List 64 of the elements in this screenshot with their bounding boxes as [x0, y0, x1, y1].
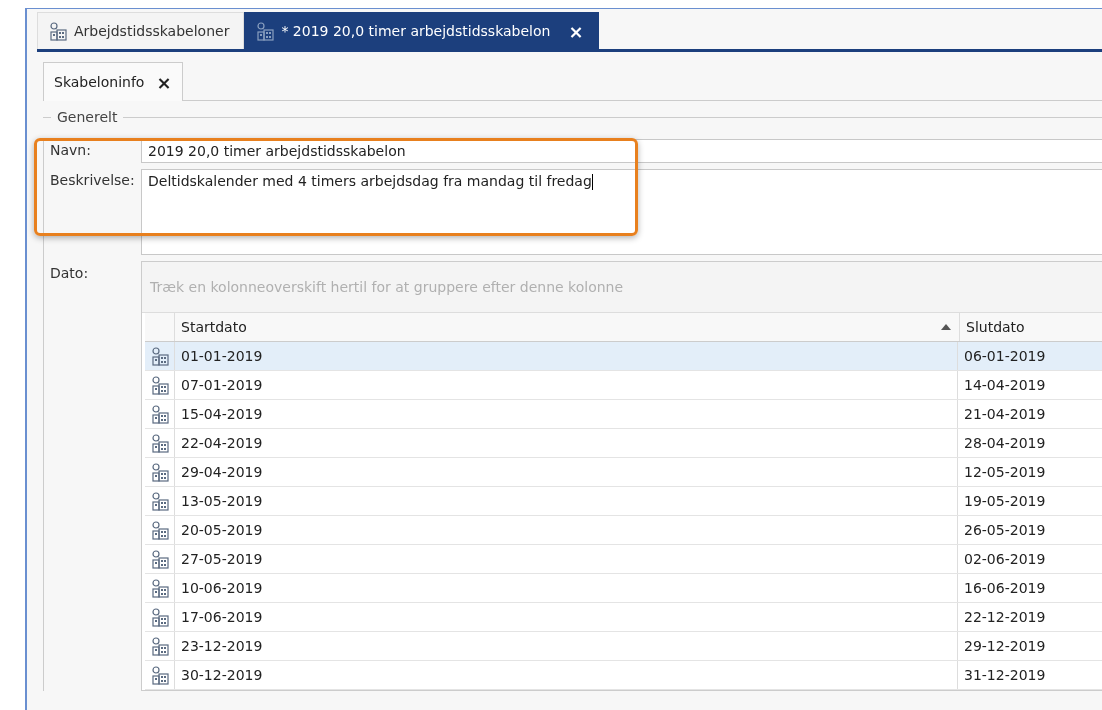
group-title: Generelt: [57, 109, 118, 125]
table-cell-text: 26-05-2019: [963, 521, 1047, 540]
table-row[interactable]: 07-01-2019 14-04-2019: [145, 371, 1102, 400]
table-cell-text: 02-06-2019: [963, 550, 1047, 569]
table-cell: 01-01-2019: [175, 342, 958, 370]
table-cell-text: 12-05-2019: [963, 463, 1047, 482]
table-cell-text: 31-12-2019: [963, 666, 1047, 685]
table-cell: 15-04-2019: [175, 400, 958, 428]
building-gear-icon: [149, 549, 170, 569]
table-row[interactable]: 20-05-2019 26-05-2019: [145, 516, 1102, 545]
table-row[interactable]: 23-12-2019 29-12-2019: [145, 632, 1102, 661]
table-row[interactable]: 10-06-2019 16-06-2019: [145, 574, 1102, 603]
close-icon[interactable]: ×: [568, 20, 584, 42]
document-tab[interactable]: Arbejdstidsskabeloner: [37, 12, 245, 49]
table-row[interactable]: 29-04-2019 12-05-2019: [145, 458, 1102, 487]
table-cell-text: 16-06-2019: [963, 579, 1047, 598]
table-cell-text: 21-04-2019: [963, 405, 1047, 424]
building-gear-icon: [48, 21, 68, 41]
text-area[interactable]: Deltidskalender med 4 timers arbejdsdag fra mandag til fredag: [141, 169, 1102, 255]
table-cell: 27-05-2019: [175, 545, 958, 573]
building-gear-icon: [149, 375, 170, 395]
field-label: Navn:: [50, 141, 92, 160]
table-row[interactable]: 01-01-2019 06-01-2019: [145, 342, 1102, 371]
building-gear-icon: [149, 665, 170, 685]
document-tab[interactable]: * 2019 20,0 timer arbejdstidsskabelon ×: [244, 12, 599, 49]
table-cell: 29-04-2019: [175, 458, 958, 486]
building-gear-icon: [255, 21, 276, 41]
field-label: Beskrivelse:: [50, 171, 136, 190]
table-cell: 07-01-2019: [175, 371, 958, 399]
tab[interactable]: Skabeloninfo ×: [43, 62, 183, 101]
table-row[interactable]: 15-04-2019 21-04-2019: [145, 400, 1102, 429]
building-gear-icon: [149, 578, 170, 598]
table-cell: 30-12-2019: [175, 661, 958, 689]
building-gear-icon: [149, 636, 170, 656]
column-header[interactable]: Startdato: [175, 313, 960, 341]
input-field[interactable]: 2019 20,0 timer arbejdstidsskabelon: [141, 139, 1102, 163]
building-gear-icon: [149, 404, 170, 424]
column-header[interactable]: Slutdato: [960, 313, 1102, 341]
table-cell: 23-12-2019: [175, 632, 958, 660]
table-row[interactable]: 22-04-2019 28-04-2019: [145, 429, 1102, 458]
table-cell-text: 22-12-2019: [963, 608, 1047, 627]
table-cell-text: 06-01-2019: [963, 347, 1047, 366]
building-gear-icon: [149, 520, 170, 540]
table-cell: 13-05-2019: [175, 487, 958, 515]
table-cell: 22-04-2019: [175, 429, 958, 457]
field-label: Dato:: [50, 264, 90, 283]
table-row[interactable]: 13-05-2019 19-05-2019: [145, 487, 1102, 516]
table-row[interactable]: 27-05-2019 02-06-2019: [145, 545, 1102, 574]
table-cell: 17-06-2019: [175, 603, 958, 631]
table-row[interactable]: 30-12-2019 31-12-2019: [145, 661, 1102, 690]
building-gear-icon: [149, 462, 170, 482]
table-row[interactable]: 17-06-2019 22-12-2019: [145, 603, 1102, 632]
table-cell: 10-06-2019: [175, 574, 958, 602]
building-gear-icon: [149, 433, 170, 453]
table-cell-text: 19-05-2019: [963, 492, 1047, 511]
table-cell: 20-05-2019: [175, 516, 958, 544]
table-cell-text: 29-12-2019: [963, 637, 1047, 656]
table-cell-text: 14-04-2019: [963, 376, 1047, 395]
group-panel-hint: Træk en kolonneoverskift hertil for at gruppere efter denne kolonne: [142, 262, 1102, 313]
building-gear-icon: [149, 491, 170, 511]
building-gear-icon: [149, 607, 170, 627]
table-cell-text: 28-04-2019: [963, 434, 1047, 453]
building-gear-icon: [149, 346, 170, 366]
close-icon[interactable]: ×: [156, 71, 172, 93]
